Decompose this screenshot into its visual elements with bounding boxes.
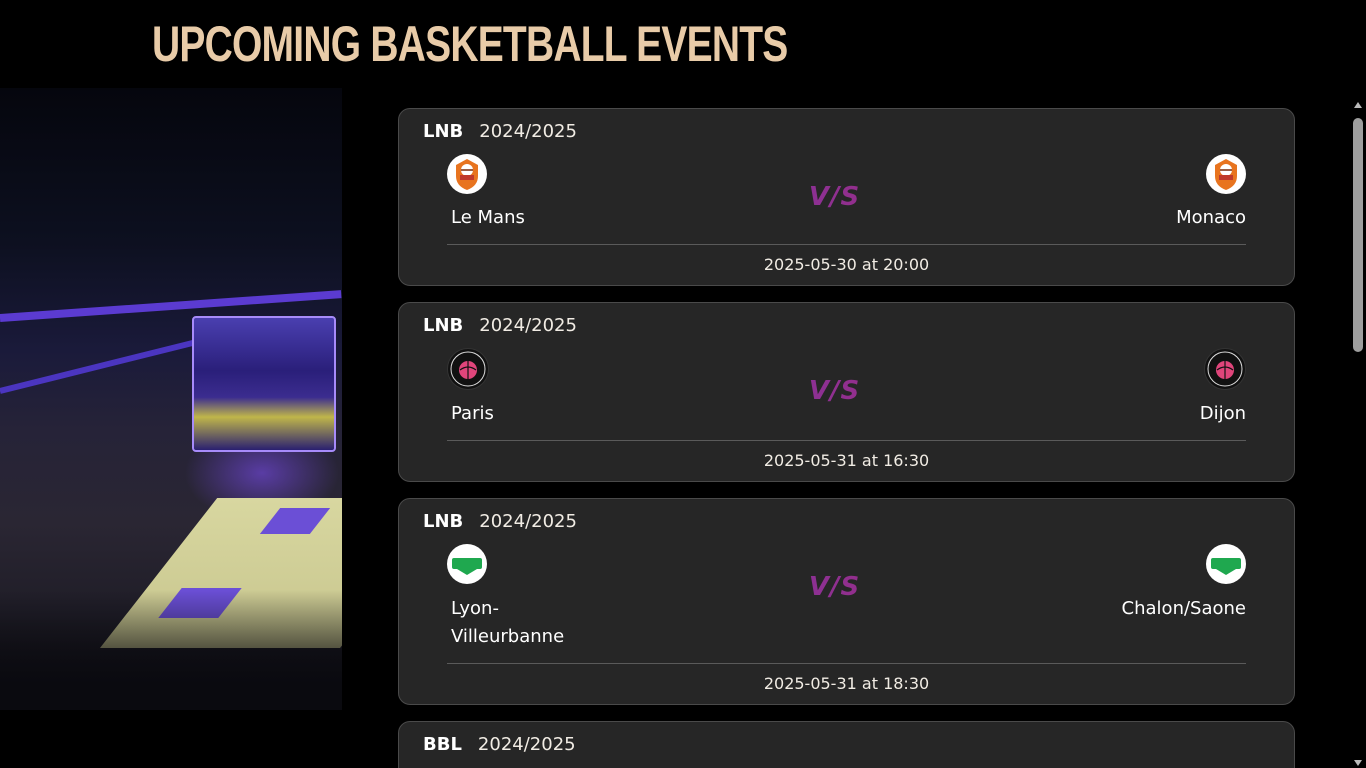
vs-label: V/S: [423, 182, 1246, 212]
league-label: LNB: [423, 121, 464, 142]
event-datetime: 2025-05-31 at 18:30: [763, 674, 930, 693]
league-label: LNB: [423, 315, 464, 336]
event-datetime: 2025-05-30 at 20:00: [763, 255, 930, 274]
scroll-down-arrow-icon[interactable]: [1354, 760, 1362, 766]
home-team-name: Lyon-Villeurbanne: [451, 598, 565, 647]
vs-label: V/S: [423, 572, 1246, 602]
vs-label: V/S: [423, 376, 1246, 406]
league-label: BBL: [423, 734, 462, 755]
event-card[interactable]: BBL 2024/2025: [398, 721, 1295, 768]
event-card[interactable]: LNB 2024/2025 Le Mans V/S Monaco 2025-05…: [398, 108, 1295, 286]
events-list: LNB 2024/2025 Le Mans V/S Monaco 2025-05…: [398, 108, 1295, 768]
scroll-thumb[interactable]: [1353, 118, 1363, 352]
event-datetime: 2025-05-31 at 16:30: [763, 451, 930, 470]
league-label: LNB: [423, 511, 464, 532]
season-label: 2024/2025: [479, 511, 577, 532]
scroll-up-arrow-icon[interactable]: [1354, 102, 1362, 108]
scrollbar[interactable]: [1350, 100, 1366, 768]
arena-photo: [0, 88, 342, 710]
page-title: Upcoming Basketball Events: [152, 16, 788, 72]
season-label: 2024/2025: [477, 734, 576, 755]
event-card[interactable]: LNB 2024/2025 Lyon-Villeurbanne V/S Chal…: [398, 498, 1295, 705]
season-label: 2024/2025: [479, 121, 577, 142]
season-label: 2024/2025: [479, 315, 577, 336]
event-card[interactable]: LNB 2024/2025 Paris V/S Dijon 2025-05-31…: [398, 302, 1295, 482]
